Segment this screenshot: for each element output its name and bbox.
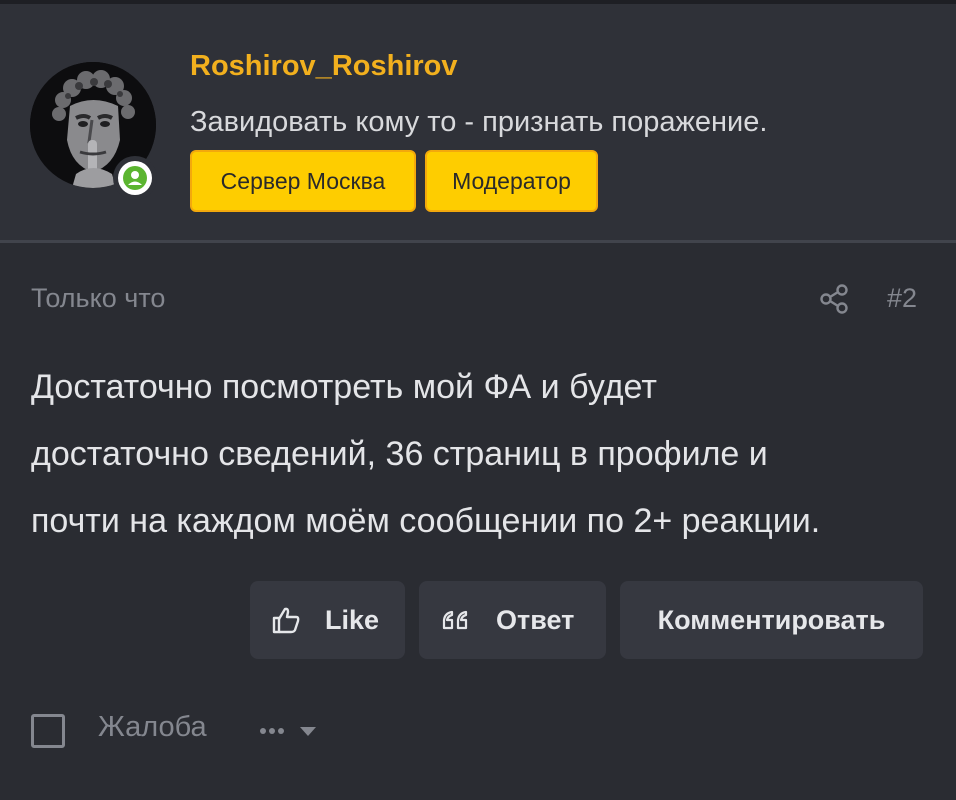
author-header: Roshirov_Roshirov Завидовать кому то - п… [0,4,956,240]
reply-button[interactable]: Ответ [419,581,606,659]
reply-label: Ответ [496,605,575,635]
post-body-line: достаточно сведений, 36 страниц в профил… [31,435,768,473]
post-page: Roshirov_Roshirov Завидовать кому то - п… [0,0,956,800]
post-body: Достаточно посмотреть мой ФА и будет дос… [31,354,931,555]
server-badge: Сервер Москва [190,150,416,212]
author-username[interactable]: Roshirov_Roshirov [190,50,458,83]
report-checkbox[interactable] [31,714,65,748]
like-button[interactable]: Like [250,581,405,659]
moderator-badge: Модератор [425,150,598,212]
quote-icon [442,610,468,630]
report-link[interactable]: Жалоба [98,711,207,744]
comment-label: Комментировать [657,605,886,635]
user-online-icon [123,166,147,190]
online-status-badge [113,156,157,200]
comment-button[interactable]: Комментировать [620,581,923,659]
more-dots-icon[interactable] [258,718,322,744]
post-body-line: почти на каждом моём сообщении по 2+ реа… [31,502,821,540]
thumbs-up-icon [272,607,300,634]
header-divider [0,240,956,243]
share-icon[interactable] [818,283,850,315]
chevron-down-icon [300,727,316,736]
author-status-text: Завидовать кому то - признать поражение. [190,106,768,138]
like-label: Like [325,605,380,635]
post-timestamp[interactable]: Только что [31,283,165,314]
post-body-line: Достаточно посмотреть мой ФА и будет [31,368,657,406]
post-number-link[interactable]: #2 [887,283,917,314]
